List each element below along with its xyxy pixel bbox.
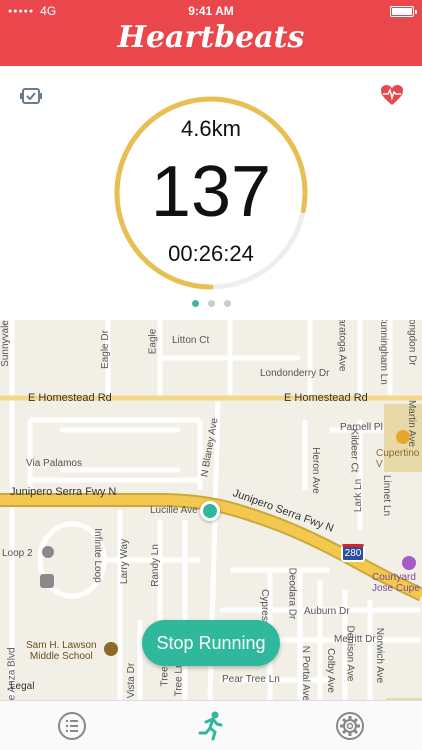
street-label: Colby Ave (324, 648, 336, 693)
battery-icon (390, 6, 417, 17)
street-label: Longdon Dr (406, 320, 418, 366)
school-icon (104, 642, 118, 656)
apple-icon (40, 574, 54, 588)
street-label: Norwich Ave (374, 627, 386, 684)
street-label: Auburn Dr (304, 606, 350, 617)
street-label: E Homestead Rd (28, 392, 112, 404)
street-label: Junipero Serra Fwy N (10, 486, 117, 498)
street-label: N Portal Ave (300, 645, 312, 700)
poi-courtyard-label: Courtyard Jose Cupe (372, 572, 420, 594)
heart-icon[interactable] (380, 84, 404, 106)
street-label: Vista Dr (126, 662, 138, 699)
page-indicator[interactable] (0, 300, 422, 307)
poi-school-label: Sam H. Lawson Middle School (26, 640, 97, 662)
street-label: Saratoga Ave (336, 320, 348, 372)
current-location-dot (200, 501, 220, 521)
street-label: Londonderry Dr (260, 368, 330, 379)
poi-cupertino-village[interactable] (396, 430, 410, 444)
street-label: Lucille Ave (150, 505, 198, 516)
map-view[interactable]: Litton Ct Londonderry Dr E Homestead Rd … (0, 320, 422, 700)
street-label: Parnell Pl (340, 422, 383, 433)
hotel-icon (402, 556, 416, 570)
street-label: Lark Ln (353, 478, 365, 513)
stop-running-button[interactable]: Stop Running (142, 620, 280, 666)
watch-icon[interactable] (20, 86, 42, 106)
street-label: Kildeer Ct (348, 428, 360, 473)
page-dot[interactable] (207, 300, 215, 307)
stats-panel: 4.6km 137 00:26:24 (0, 66, 422, 320)
gear-icon[interactable] (334, 710, 366, 742)
poi-courtyard[interactable] (402, 556, 416, 570)
street-label: Via Palamos (26, 458, 82, 469)
street-label: Larry Way (119, 538, 131, 585)
list-icon[interactable] (56, 710, 88, 742)
shopping-icon (396, 430, 410, 444)
street-label: Linnet Ln (381, 474, 393, 517)
street-label: Litton Ct (172, 335, 210, 346)
street-label: De Anza Blvd (6, 647, 18, 700)
street-label: Cunningham Ln (377, 320, 389, 385)
street-label: Heron Ave (309, 447, 321, 494)
status-bar: ●●●●● 4G 9:41 AM (0, 3, 422, 19)
page-dot[interactable] (191, 300, 199, 307)
street-label: Randy Ln (149, 544, 161, 587)
heart-rate-value: 137 (150, 152, 272, 232)
duration-value: 00:26:24 (168, 241, 254, 266)
app-header: ●●●●● 4G 9:41 AM Heartbeats (0, 0, 422, 66)
street-label: Tree Ln (173, 662, 185, 697)
status-time: 9:41 AM (188, 4, 234, 18)
loop-icon (42, 546, 54, 558)
street-label: Infinite Loop (91, 528, 103, 583)
page-dot[interactable] (223, 300, 231, 307)
tab-bar (0, 700, 422, 750)
street-label: Deodara Dr (286, 567, 298, 620)
street-label: Loop 2 (2, 548, 33, 559)
street-label: Denison Ave (344, 625, 356, 682)
app-title: Heartbeats (117, 20, 305, 55)
street-label: Eagle (147, 328, 159, 355)
street-label: Pear Tree Ln (222, 674, 280, 685)
poi-cupertino-label: Cupertino V (376, 448, 420, 470)
highway-shield: 280 (341, 544, 365, 562)
distance-value: 4.6km (181, 116, 241, 141)
map-legal-link[interactable]: Legal (10, 681, 34, 692)
street-label: E Homestead Rd (284, 392, 368, 404)
running-icon[interactable] (195, 710, 227, 742)
street-label: Eagle Dr (99, 330, 111, 369)
street-label: Sunnyvale (0, 320, 11, 367)
